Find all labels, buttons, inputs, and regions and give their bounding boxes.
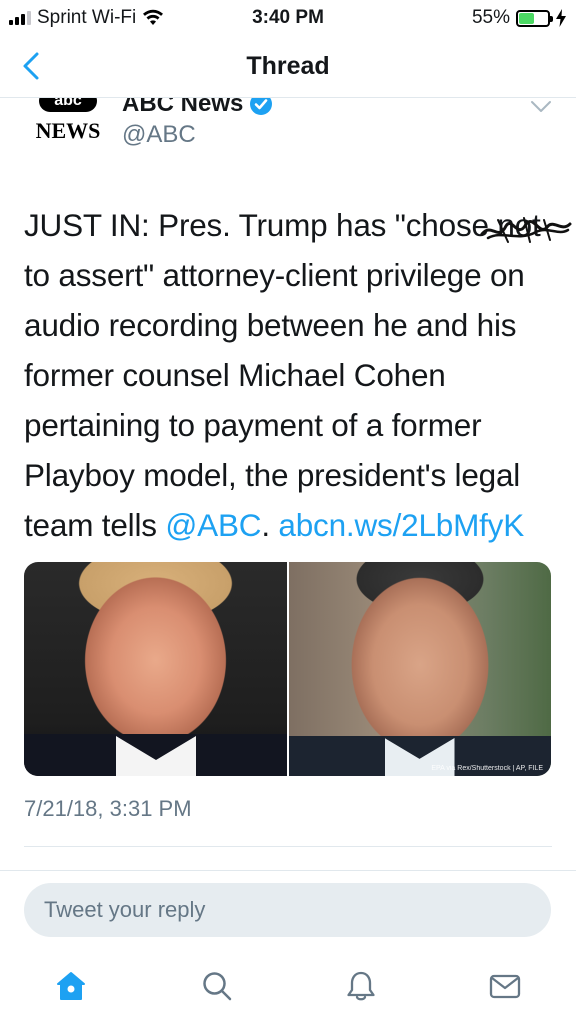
image-credit: EPA via Rex/Shutterstock | AP, FILE bbox=[431, 765, 543, 772]
home-icon bbox=[57, 972, 85, 1000]
charging-bolt-icon bbox=[556, 9, 566, 27]
author-handle[interactable]: @ABC bbox=[122, 121, 196, 149]
reply-bar bbox=[0, 870, 576, 950]
chevron-down-icon[interactable] bbox=[530, 100, 552, 114]
tweet-media[interactable]: EPA via Rex/Shutterstock | AP, FILE bbox=[24, 562, 551, 776]
reply-input[interactable] bbox=[24, 883, 551, 937]
bell-icon bbox=[347, 971, 375, 1001]
mail-icon bbox=[489, 974, 521, 999]
avatar[interactable]: abc NEWS bbox=[30, 98, 106, 144]
tab-home[interactable] bbox=[49, 964, 93, 1008]
news-logo-text: NEWS bbox=[35, 118, 101, 143]
battery-icon bbox=[516, 9, 553, 27]
handwritten-scribble bbox=[480, 217, 572, 243]
status-right: 55% bbox=[472, 7, 566, 29]
battery-fill bbox=[519, 12, 535, 24]
tab-messages[interactable] bbox=[483, 964, 527, 1008]
author-name[interactable]: ABC News bbox=[122, 98, 273, 118]
tweet-punct: . bbox=[261, 507, 279, 543]
tweet-header: abc NEWS ABC News @ABC bbox=[0, 98, 576, 168]
tweet-body: JUST IN: Pres. Trump has "chose not to a… bbox=[24, 207, 541, 543]
photo-right[interactable]: EPA via Rex/Shutterstock | AP, FILE bbox=[288, 562, 551, 776]
url-link[interactable]: abcn.ws/2LbMfyK bbox=[278, 507, 524, 543]
abc-logo: abc bbox=[39, 98, 97, 112]
tweet-text: JUST IN: Pres. Trump has "chose not to a… bbox=[24, 200, 559, 550]
page-title: Thread bbox=[246, 52, 330, 80]
status-bar: Sprint Wi-Fi 3:40 PM 55% bbox=[0, 0, 576, 36]
mention-link[interactable]: @ABC bbox=[165, 507, 261, 543]
tab-notifications[interactable] bbox=[339, 964, 383, 1008]
tweet-timestamp: 7/21/18, 3:31 PM bbox=[24, 796, 192, 821]
photo-left[interactable] bbox=[24, 562, 287, 776]
author-name-text: ABC News bbox=[122, 98, 244, 117]
tab-bar bbox=[0, 950, 576, 1024]
verified-badge-icon bbox=[250, 98, 273, 115]
tab-search[interactable] bbox=[195, 964, 239, 1008]
battery-percent: 55% bbox=[471, 7, 510, 28]
divider bbox=[24, 846, 552, 847]
search-icon bbox=[203, 972, 232, 1001]
nav-bar: Thread bbox=[0, 36, 576, 98]
